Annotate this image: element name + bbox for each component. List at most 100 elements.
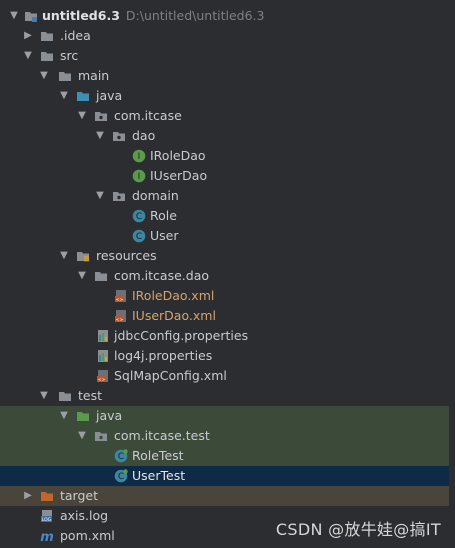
chevron-down-icon[interactable]: ▼ [76,106,88,126]
tree-label-iuserdao: IUserDao [150,168,208,183]
tree-row-sqlmap-xml[interactable]: <> SqlMapConfig.xml [0,366,455,386]
test-class-icon: C [114,449,128,463]
tree-label-dao: dao [132,128,156,143]
svg-text:I: I [138,172,141,182]
tree-label-test: test [78,388,103,403]
chevron-down-icon[interactable]: ▼ [38,386,50,406]
svg-text:LOG: LOG [42,517,52,523]
chevron-down-icon[interactable]: ▼ [94,186,106,206]
tree-label-resources: resources [96,248,157,263]
tree-row-pkg-res[interactable]: ▼ com.itcase.dao [0,266,455,286]
chevron-down-icon[interactable]: ▼ [76,266,88,286]
folder-icon [41,32,53,41]
chevron-down-icon[interactable]: ▼ [58,246,70,266]
tree-row-target[interactable]: ▶ target [0,486,455,506]
package-icon [95,112,107,121]
tree-label-pkg-test: com.itcase.test [114,428,210,443]
svg-text:C: C [136,232,142,242]
properties-file-icon [98,350,108,362]
class-icon: C [132,209,146,223]
folder-module-icon [25,12,37,22]
project-path: D:\untitled\untitled6.3 [125,8,265,23]
tree-row-src[interactable]: ▼ src [0,46,455,66]
tree-row-iroledao-xml[interactable]: <> IRoleDao.xml [0,286,455,306]
tree-label-usertest: UserTest [132,468,186,483]
tree-row-pkg-test[interactable]: ▼ com.itcase.test [0,426,455,446]
test-source-folder-icon [77,412,89,421]
chevron-down-icon[interactable]: ▼ [76,426,88,446]
tree-label-iuserdao-xml: IUserDao.xml [132,308,216,323]
tree-row-java[interactable]: ▼ java [0,86,455,106]
svg-text:C: C [118,452,124,462]
package-icon [95,432,107,441]
watermark: CSDN @放牛娃@搞IT [275,520,441,539]
folder-icon [59,72,71,81]
package-icon [113,192,125,201]
tree-label-test-java: java [96,408,123,423]
chevron-down-icon[interactable]: ▼ [38,66,50,86]
tree-row-project[interactable]: ▼ untitled6.3 D:\untitled\untitled6.3 [0,6,455,26]
tree-label-axis-log: axis.log [60,508,109,523]
svg-text:m: m [40,530,54,543]
scrollbar[interactable] [449,0,455,548]
maven-icon: m [40,530,54,543]
tree-row-resources[interactable]: ▼ resources [0,246,455,266]
xml-file-icon: <> [97,370,108,383]
tree-row-test-java[interactable]: ▼ java [0,406,455,426]
tree-row-user[interactable]: C User [0,226,455,246]
tree-row-role[interactable]: C Role [0,206,455,226]
tree-label-jdbc-props: jdbcConfig.properties [114,328,249,343]
tree-label-java: java [96,88,123,103]
chevron-down-icon[interactable]: ▼ [94,126,106,146]
tree-label-log4j-props: log4j.properties [114,348,213,363]
tree-row-iuserdao-xml[interactable]: <> IUserDao.xml [0,306,455,326]
tree-label-roletest: RoleTest [132,448,184,463]
tree-label-pom: pom.xml [60,528,115,543]
interface-icon: I [132,149,146,163]
class-icon: C [132,229,146,243]
folder-icon [59,392,71,401]
tree-label-target: target [60,488,99,503]
svg-text:<>: <> [116,317,124,323]
folder-icon [95,272,107,281]
tree-label-domain: domain [132,188,179,203]
tree-row-roletest[interactable]: C RoleTest [0,446,455,466]
svg-text:<>: <> [98,377,106,383]
chevron-right-icon[interactable]: ▶ [22,486,34,506]
tree-row-iroledao[interactable]: I IRoleDao [0,146,455,166]
source-folder-icon [77,92,89,101]
tree-row-usertest[interactable]: C UserTest [0,466,455,486]
tree-row-main[interactable]: ▼ main [0,66,455,86]
xml-file-icon: <> [115,290,126,303]
tree-label-idea: .idea [60,28,91,43]
tree-row-dao[interactable]: ▼ dao [0,126,455,146]
log-file-icon: LOG [41,510,52,523]
tree-row-jdbc-props[interactable]: jdbcConfig.properties [0,326,455,346]
tree-row-domain[interactable]: ▼ domain [0,186,455,206]
tree-row-iuserdao[interactable]: I IUserDao [0,166,455,186]
chevron-right-icon[interactable]: ▶ [22,26,34,46]
excluded-folder-icon [41,492,53,501]
package-icon [113,132,125,141]
tree-row-log4j-props[interactable]: log4j.properties [0,346,455,366]
tree-row-test[interactable]: ▼ test [0,386,455,406]
chevron-down-icon[interactable]: ▼ [58,86,70,106]
chevron-down-icon[interactable]: ▼ [22,46,34,66]
tree-label-src: src [60,48,79,63]
tree-row-pkg-main[interactable]: ▼ com.itcase [0,106,455,126]
tree-row-idea[interactable]: ▶ .idea [0,26,455,46]
tree-label-role: Role [150,208,177,223]
chevron-down-icon[interactable]: ▼ [8,6,20,26]
test-class-icon: C [114,469,128,483]
project-tree: ▼ untitled6.3 D:\untitled\untitled6.3 ▶ .… [0,6,455,546]
tree-label-iroledao: IRoleDao [150,148,206,163]
svg-text:C: C [118,472,124,482]
tree-label-project: untitled6.3 D:\untitled\untitled6.3 [42,8,265,23]
chevron-down-icon[interactable]: ▼ [58,406,70,426]
tree-label-user: User [150,228,179,243]
properties-file-icon [98,330,108,342]
folder-icon [41,52,53,61]
svg-text:<>: <> [116,297,124,303]
tree-label-main: main [78,68,110,83]
tree-label-iroledao-xml: IRoleDao.xml [132,288,215,303]
